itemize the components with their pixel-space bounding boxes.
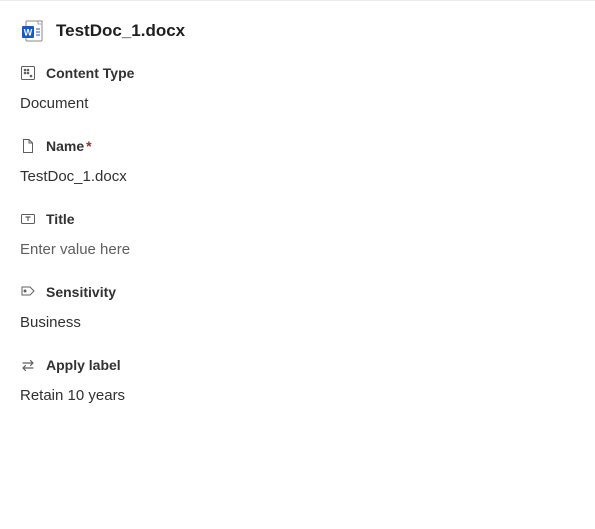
field-name: Name* TestDoc_1.docx xyxy=(20,138,575,185)
name-label-text: Name xyxy=(46,138,84,154)
field-label-row: Apply label xyxy=(20,357,575,373)
text-icon xyxy=(20,211,36,227)
field-label-row: Content Type xyxy=(20,65,575,81)
title-label: Title xyxy=(46,211,75,227)
properties-panel: W TestDoc_1.docx Content Type Do xyxy=(0,1,595,448)
field-title: Title Enter value here xyxy=(20,211,575,258)
field-content-type: Content Type Document xyxy=(20,65,575,112)
document-icon xyxy=(20,138,36,154)
apply-label-value[interactable]: Retain 10 years xyxy=(20,387,575,404)
field-sensitivity: Sensitivity Business xyxy=(20,284,575,331)
content-type-value[interactable]: Document xyxy=(20,95,575,112)
sensitivity-label: Sensitivity xyxy=(46,284,116,300)
file-title: TestDoc_1.docx xyxy=(56,21,185,41)
file-header: W TestDoc_1.docx xyxy=(20,19,575,43)
field-label-row: Title xyxy=(20,211,575,227)
swap-arrows-icon xyxy=(20,357,36,373)
field-label-row: Sensitivity xyxy=(20,284,575,300)
name-value[interactable]: TestDoc_1.docx xyxy=(20,168,575,185)
content-type-icon xyxy=(20,65,36,81)
field-apply-label: Apply label Retain 10 years xyxy=(20,357,575,404)
name-label: Name* xyxy=(46,138,92,154)
field-label-row: Name* xyxy=(20,138,575,154)
required-indicator: * xyxy=(86,138,91,154)
sensitivity-value[interactable]: Business xyxy=(20,314,575,331)
apply-label-label: Apply label xyxy=(46,357,121,373)
title-value[interactable]: Enter value here xyxy=(20,241,575,258)
content-type-label: Content Type xyxy=(46,65,134,81)
word-document-icon: W xyxy=(20,19,44,43)
tag-icon xyxy=(20,284,36,300)
svg-text:W: W xyxy=(24,28,33,38)
